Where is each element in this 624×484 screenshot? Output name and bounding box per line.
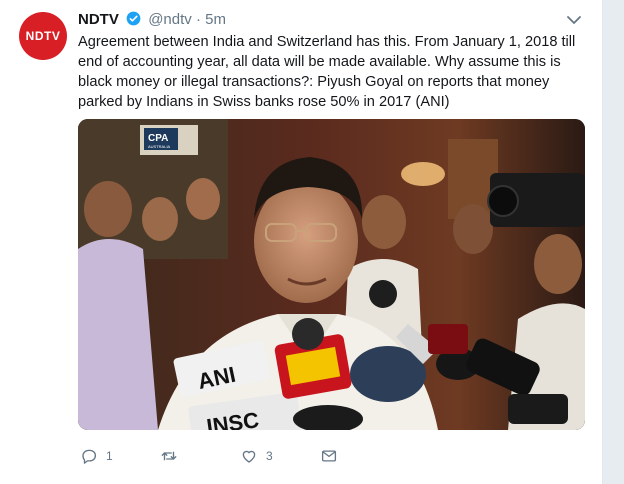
tweet-card[interactable]: NDTV NDTV @ndtv · 5m Agreement between I… <box>0 0 603 484</box>
like-count: 3 <box>266 449 273 463</box>
avatar-logo-text: NDTV <box>25 29 61 43</box>
direct-message-icon <box>321 450 337 462</box>
timestamp[interactable]: 5m <box>205 11 226 28</box>
chevron-down-icon[interactable] <box>566 14 582 26</box>
display-name[interactable]: NDTV <box>78 11 119 28</box>
reply-button[interactable]: 1 <box>80 445 113 467</box>
reply-count: 1 <box>106 449 113 463</box>
tweet-text: Agreement between India and Switzerland … <box>78 34 576 110</box>
photo-illustration: CPA AUSTRALIA ANI INSC <box>78 119 585 430</box>
retweet-button[interactable] <box>160 445 186 467</box>
banner-cpa-text: CPA <box>148 133 168 144</box>
tweet-photo[interactable]: CPA AUSTRALIA ANI INSC <box>78 119 585 430</box>
user-handle[interactable]: @ndtv <box>148 11 192 28</box>
avatar[interactable]: NDTV <box>19 12 67 60</box>
separator-dot: · <box>195 11 201 28</box>
like-icon <box>242 450 256 463</box>
like-button[interactable]: 3 <box>240 445 273 467</box>
banner-sub-text: AUSTRALIA <box>148 144 171 149</box>
retweet-icon <box>161 451 177 461</box>
tweet-header: NDTV @ndtv · 5m <box>78 10 226 30</box>
direct-message-button[interactable] <box>320 445 338 467</box>
verified-badge-icon <box>126 11 141 26</box>
reply-icon <box>82 449 97 464</box>
tweet-actions: 1 3 <box>78 445 598 467</box>
